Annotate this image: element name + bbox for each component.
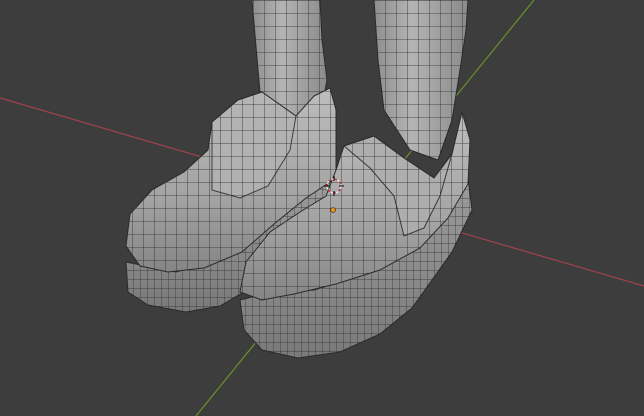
right-leg[interactable] — [373, 0, 469, 161]
object-origin[interactable] — [330, 207, 336, 213]
3d-viewport[interactable] — [0, 0, 644, 416]
